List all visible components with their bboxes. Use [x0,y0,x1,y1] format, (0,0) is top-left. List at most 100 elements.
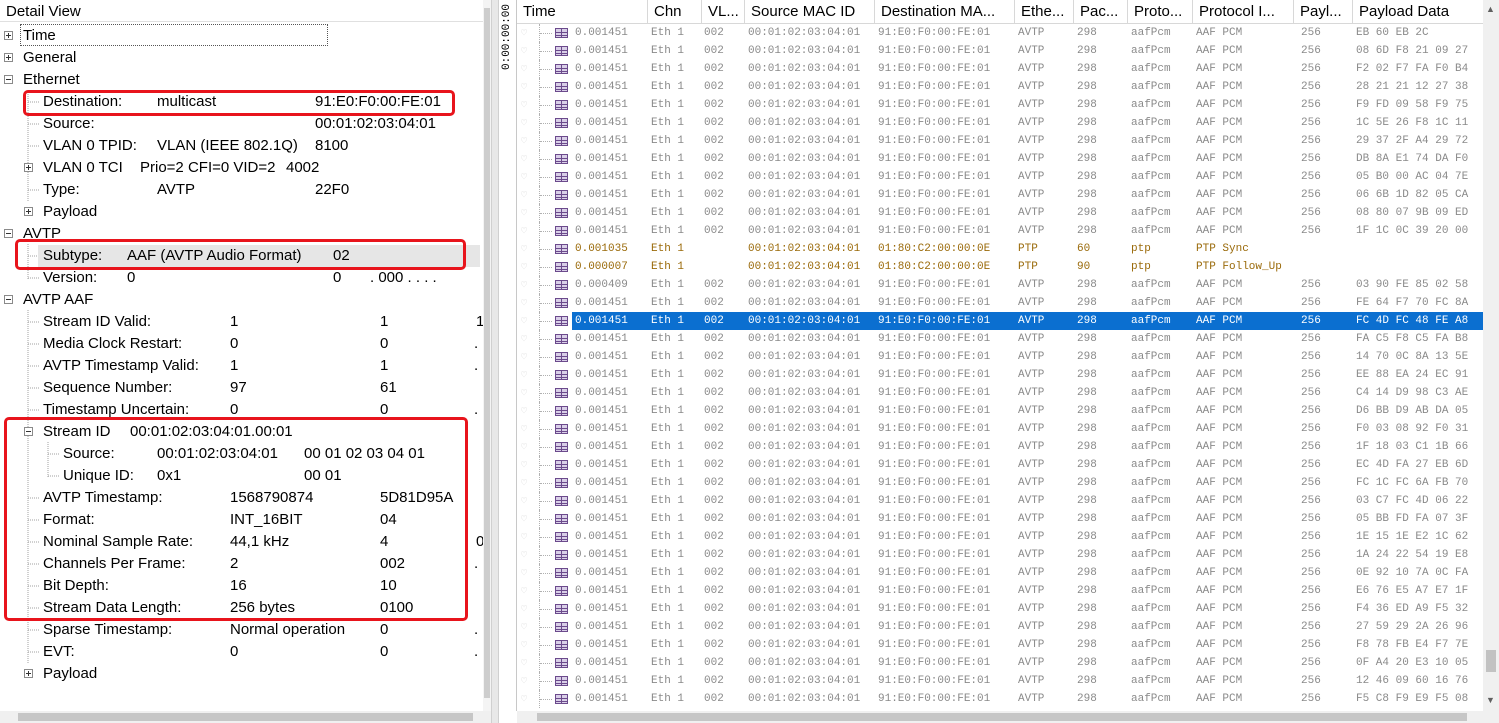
packet-row[interactable]: ♡ 0.001451 Eth 1 002 00:01:02:03:04:01 91:E0:… [517,78,1483,96]
collapse-minus-icon[interactable] [4,295,13,304]
column-header-source-mac[interactable]: Source MAC ID [745,0,875,24]
column-header-ethertype[interactable]: Ethe... [1015,0,1074,24]
packet-row[interactable]: ♡ 0.001451 Eth 1 002 00:01:02:03:04:01 91:E0:… [517,384,1483,402]
expand-plus-icon[interactable] [24,669,33,678]
column-header-packet-length[interactable]: Pac... [1074,0,1128,24]
packet-row[interactable]: ♡ 0.001451 Eth 1 002 00:01:02:03:04:01 91:E0:… [517,186,1483,204]
field-type[interactable]: Type: AVTP 22F0 [0,179,491,201]
packet-row[interactable]: ♡ 0.001451 Eth 1 002 00:01:02:03:04:01 91:E0:… [517,348,1483,366]
field-subtype[interactable]: Subtype: AAF (AVTP Audio Format) 02 [38,245,480,267]
field-stream-data-length[interactable]: Stream Data Length: 256 bytes 0100 [0,597,491,619]
packet-row[interactable]: ♡ 0.001451 Eth 1 002 00:01:02:03:04:01 91:E0:… [517,420,1483,438]
scroll-up-arrow-icon[interactable]: ▲ [1486,4,1495,14]
tree-node-stream-id[interactable]: Stream ID 00:01:02:03:04:01.00:01 [0,421,491,443]
packet-list-vertical-scrollbar[interactable]: ▲ ▼ [1483,0,1499,711]
tree-node-general[interactable]: General [0,47,491,69]
packet-row[interactable]: ♡ 0.001451 Eth 1 002 00:01:02:03:04:01 91:E0:… [517,546,1483,564]
packet-row[interactable]: ♡ 0.000409 Eth 1 002 00:01:02:03:04:01 91:E0:… [517,276,1483,294]
field-stream-source[interactable]: Source: 00:01:02:03:04:01 00 01 02 03 04… [0,443,491,465]
field-vlan-tpid[interactable]: VLAN 0 TPID: VLAN (IEEE 802.1Q) 8100 [0,135,491,157]
scroll-thumb[interactable] [484,8,490,698]
packet-row[interactable]: ♡ 0.001451 Eth 1 002 00:01:02:03:04:01 91:E0:… [517,654,1483,672]
packet-row[interactable]: ♡ 0.001451 Eth 1 002 00:01:02:03:04:01 91:E0:… [517,132,1483,150]
field-bit-depth[interactable]: Bit Depth: 16 10 [0,575,491,597]
detail-vertical-scrollbar[interactable] [483,0,491,711]
field-avtp-timestamp-valid[interactable]: AVTP Timestamp Valid: 1 1 . . [0,355,491,377]
field-stream-id-valid[interactable]: Stream ID Valid: 1 1 1 [0,311,491,333]
field-sparse-timestamp[interactable]: Sparse Timestamp: Normal operation 0 . . [0,619,491,641]
expand-plus-icon[interactable] [4,53,13,62]
packet-row[interactable]: ♡ 0.001451 Eth 1 002 00:01:02:03:04:01 91:E0:… [517,618,1483,636]
packet-row[interactable]: ♡ 0.001451 Eth 1 002 00:01:02:03:04:01 91:E0:… [517,474,1483,492]
packet-row[interactable]: ♡ 0.001451 Eth 1 002 00:01:02:03:04:01 91:E0:… [517,600,1483,618]
field-sequence-number[interactable]: Sequence Number: 97 61 [0,377,491,399]
packet-row[interactable]: ♡ 0.001451 Eth 1 002 00:01:02:03:04:01 91:E0:… [517,204,1483,222]
packet-row[interactable]: ♡ 0.000007 Eth 1 00:01:02:03:04:01 01:80:C2:… [517,258,1483,276]
column-header-time[interactable]: Time [517,0,648,24]
packet-row[interactable]: ♡ 0.001451 Eth 1 002 00:01:02:03:04:01 91:E0:… [517,492,1483,510]
packet-row[interactable]: ♡ 0.001035 Eth 1 00:01:02:03:04:01 01:80:C2:… [517,240,1483,258]
packet-row[interactable]: ♡ 0.001451 Eth 1 002 00:01:02:03:04:01 91:E0:… [517,510,1483,528]
packet-row[interactable]: ♡ 0.001451 Eth 1 002 00:01:02:03:04:01 91:E0:… [517,150,1483,168]
packet-row[interactable]: ♡ 0.001451 Eth 1 002 00:01:02:03:04:01 91:E0:… [517,24,1483,42]
tree-node-avtp-aaf[interactable]: AVTP AAF [0,289,491,311]
packet-row[interactable]: ♡ 0.001451 Eth 1 002 00:01:02:03:04:01 91:E0:… [517,528,1483,546]
detail-horizontal-scrollbar[interactable] [0,711,491,723]
column-header-payload-length[interactable]: Payl... [1294,0,1353,24]
packet-row[interactable]: ♡ 0.001451 Eth 1 002 00:01:02:03:04:01 91:E0:… [517,96,1483,114]
packet-row[interactable]: ♡ 0.001451 Eth 1 002 00:01:02:03:04:01 91:E0:… [517,222,1483,240]
packet-row[interactable]: ♡ 0.001451 Eth 1 002 00:01:02:03:04:01 91:E0:… [517,366,1483,384]
field-destination[interactable]: Destination: multicast 91:E0:F0:00:FE:01 [0,91,491,113]
tree-node-avtp[interactable]: AVTP [0,223,491,245]
field-source[interactable]: Source: 00:01:02:03:04:01 [0,113,491,135]
packet-row[interactable]: ♡ 0.001451 Eth 1 002 00:01:02:03:04:01 91:E0:… [517,294,1483,312]
packet-list-horizontal-scrollbar[interactable] [517,711,1483,723]
packet-row[interactable]: ♡ 0.001451 Eth 1 002 00:01:02:03:04:01 91:E0:… [517,438,1483,456]
column-header-chn[interactable]: Chn [648,0,702,24]
field-unique-id[interactable]: Unique ID: 0x1 00 01 [0,465,491,487]
packet-row[interactable]: ♡ 0.001451 Eth 1 002 00:01:02:03:04:01 91:E0:… [517,636,1483,654]
packet-row[interactable]: ♡ 0.001451 Eth 1 002 00:01:02:03:04:01 91:E0:… [517,672,1483,690]
tree-node-vlan-tci[interactable]: VLAN 0 TCI Prio=2 CFI=0 VID=2 4002 [0,157,491,179]
packet-row[interactable]: ♡ 0.001451 Eth 1 002 00:01:02:03:04:01 91:E0:… [517,114,1483,132]
collapse-minus-icon[interactable] [24,427,33,436]
scroll-thumb[interactable] [1486,650,1496,672]
scroll-thumb[interactable] [18,713,473,721]
packet-row[interactable]: ♡ 0.001451 Eth 1 002 00:01:02:03:04:01 91:E0:… [517,42,1483,60]
column-header-destination-mac[interactable]: Destination MA... [875,0,1015,24]
column-header-payload-data[interactable]: Payload Data [1353,0,1483,24]
packet-row[interactable]: ♡ 0.001451 Eth 1 002 00:01:02:03:04:01 91:E0:… [517,60,1483,78]
packet-row[interactable]: ♡ 0.001451 Eth 1 002 00:01:02:03:04:01 91:E0:… [517,690,1483,708]
field-timestamp-uncertain[interactable]: Timestamp Uncertain: 0 0 . . [0,399,491,421]
column-header-protocol[interactable]: Proto... [1128,0,1193,24]
scroll-thumb[interactable] [537,713,1467,721]
column-header-protocol-info[interactable]: Protocol I... [1193,0,1294,24]
pane-splitter[interactable] [491,0,499,723]
field-nominal-sample-rate[interactable]: Nominal Sample Rate: 44,1 kHz 4 0 [0,531,491,553]
collapse-minus-icon[interactable] [4,75,13,84]
column-header-vlan[interactable]: VL... [702,0,745,24]
expand-plus-icon[interactable] [24,207,33,216]
packet-row[interactable]: ♡ 0.001451 Eth 1 002 00:01:02:03:04:01 91:E0:… [517,564,1483,582]
packet-row[interactable]: ♡ 0.001451 Eth 1 002 00:01:02:03:04:01 91:E0:… [517,456,1483,474]
field-format[interactable]: Format: INT_16BIT 04 [0,509,491,531]
packet-row[interactable]: ♡ 0.001451 Eth 1 002 00:01:02:03:04:01 91:E0:… [517,330,1483,348]
tree-node-ethernet[interactable]: Ethernet [0,69,491,91]
expand-plus-icon[interactable] [24,163,33,172]
field-channels-per-frame[interactable]: Channels Per Frame: 2 002 . . [0,553,491,575]
tree-node-time[interactable]: Time [0,24,491,47]
tree-node-aaf-payload[interactable]: Payload [0,663,491,685]
field-version[interactable]: Version: 0 0 . 000 . . . . [0,267,491,289]
collapse-minus-icon[interactable] [4,229,13,238]
tree-node-ethernet-payload[interactable]: Payload [0,201,491,223]
expand-plus-icon[interactable] [4,31,13,40]
field-avtp-timestamp[interactable]: AVTP Timestamp: 1568790874 5D81D95A [0,487,491,509]
packet-row[interactable]: ♡ 0.001451 Eth 1 002 00:01:02:03:04:01 91:E0:… [517,402,1483,420]
field-evt[interactable]: EVT: 0 0 . . [0,641,491,663]
packet-row[interactable]: ♡ 0.001451 Eth 1 002 00:01:02:03:04:01 91:E0:… [517,312,1483,330]
bookmark-heart-icon[interactable]: ♡ [521,692,527,710]
packet-row[interactable]: ♡ 0.001451 Eth 1 002 00:01:02:03:04:01 91:E0:… [517,582,1483,600]
field-media-clock-restart[interactable]: Media Clock Restart: 0 0 . . [0,333,491,355]
scroll-down-arrow-icon[interactable]: ▼ [1486,695,1495,705]
packet-row[interactable]: ♡ 0.001451 Eth 1 002 00:01:02:03:04:01 91:E0:… [517,168,1483,186]
